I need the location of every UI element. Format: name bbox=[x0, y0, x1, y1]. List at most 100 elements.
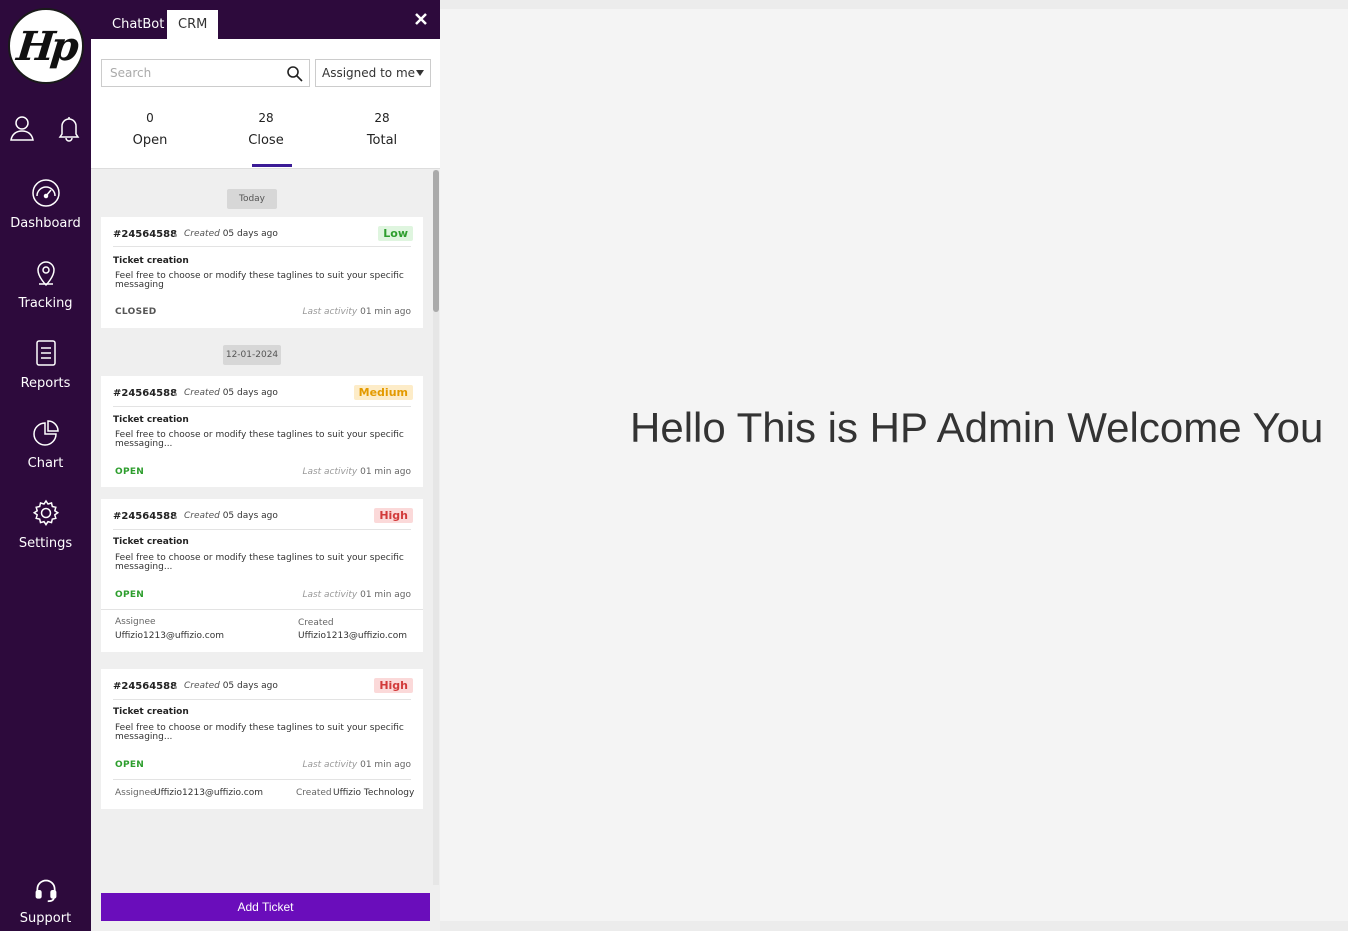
ticket-description: Feel free to choose or modify these tagl… bbox=[115, 431, 405, 449]
assignee-value: Uffizio1213@uffizio.com bbox=[115, 631, 224, 641]
ticket-id: #24564588 bbox=[113, 229, 178, 240]
sidebar-item-support[interactable]: Support bbox=[0, 877, 91, 931]
last-activity-value: 01 min ago bbox=[360, 590, 411, 600]
last-activity: Last activity 01 min ago bbox=[302, 467, 411, 477]
ticket-created: Created 05 days ago bbox=[184, 388, 278, 398]
logo-text: Hp bbox=[14, 22, 78, 70]
sidebar-item-tracking[interactable]: Tracking bbox=[0, 258, 91, 328]
ticket-id: #24564588 bbox=[113, 681, 178, 692]
ticket-description: Feel free to choose or modify these tagl… bbox=[115, 554, 405, 572]
description-line: messaging... bbox=[115, 732, 173, 742]
assigned-filter-select[interactable]: Assigned to me bbox=[315, 59, 431, 87]
headset-icon bbox=[35, 879, 56, 903]
tab-chatbot[interactable]: ChatBot bbox=[101, 10, 175, 39]
ticket-status: OPEN bbox=[115, 760, 145, 770]
panel-controls: Assigned to me 0 Open 28 Close 28 Total bbox=[91, 39, 440, 169]
sidebar-item-reports[interactable]: Reports bbox=[0, 338, 91, 408]
created-by-label: Created bbox=[296, 788, 332, 798]
sidebar-item-label: Reports bbox=[20, 376, 71, 391]
card-divider bbox=[113, 529, 411, 530]
ticket-list-scrollbar[interactable] bbox=[433, 170, 439, 885]
sidebar-item-settings[interactable]: Settings bbox=[0, 498, 91, 568]
ticket-description: Feel free to choose or modify these tagl… bbox=[115, 272, 405, 290]
last-activity-value: 01 min ago bbox=[360, 467, 411, 477]
created-value: 05 days ago bbox=[222, 681, 278, 691]
stat-close-count: 28 bbox=[258, 111, 274, 125]
date-group-chip: 12-01-2024 bbox=[223, 345, 281, 365]
ticket-id: #24564588 bbox=[113, 388, 178, 399]
last-activity-label: Last activity bbox=[302, 467, 358, 477]
sidebar-top-icons bbox=[0, 114, 91, 142]
sidebar-item-chart[interactable]: Chart bbox=[0, 418, 91, 488]
search-icon[interactable] bbox=[286, 65, 303, 82]
sidebar-item-dashboard[interactable]: Dashboard bbox=[0, 178, 91, 248]
separator-dot bbox=[174, 234, 177, 237]
close-icon[interactable] bbox=[412, 10, 430, 28]
separator-dot bbox=[174, 516, 177, 519]
stat-total-label: Total bbox=[366, 133, 398, 148]
ticket-id: #24564588 bbox=[113, 511, 178, 522]
last-activity-value: 01 min ago bbox=[360, 307, 411, 317]
ticket-title: Ticket creation bbox=[113, 707, 189, 717]
created-label: Created bbox=[184, 511, 220, 521]
created-value: 05 days ago bbox=[222, 229, 278, 239]
stat-open-label: Open bbox=[132, 133, 168, 148]
date-group-chip: Today bbox=[227, 189, 277, 209]
last-activity-label: Last activity bbox=[302, 307, 358, 317]
location-pin-icon bbox=[36, 261, 55, 287]
sidebar-item-label: Dashboard bbox=[10, 216, 81, 231]
sidebar-item-label: Tracking bbox=[18, 296, 73, 311]
ticket-card[interactable]: #24564588 Created 05 days ago Medium Tic… bbox=[101, 376, 423, 487]
ticket-title: Ticket creation bbox=[113, 256, 189, 266]
created-by-label: Created bbox=[298, 618, 334, 628]
assigned-filter-value: Assigned to me bbox=[322, 66, 416, 80]
sidebar-item-label: Settings bbox=[18, 536, 73, 551]
last-activity-value: 01 min ago bbox=[360, 760, 411, 770]
report-document-icon bbox=[35, 340, 56, 366]
scrollbar-thumb[interactable] bbox=[433, 170, 439, 312]
ticket-list: Today #24564588 Created 05 days ago Low … bbox=[91, 170, 431, 885]
ticket-created: Created 05 days ago bbox=[184, 681, 278, 691]
hp-logo[interactable]: Hp bbox=[8, 8, 84, 84]
ticket-card[interactable]: #24564588 Created 05 days ago High Ticke… bbox=[101, 669, 423, 809]
main-content: Hello This is HP Admin Welcome You bbox=[440, 0, 1348, 931]
description-line: messaging... bbox=[115, 562, 173, 572]
created-label: Created bbox=[184, 388, 220, 398]
welcome-message: Hello This is HP Admin Welcome You bbox=[630, 404, 1324, 451]
add-ticket-button[interactable]: Add Ticket bbox=[101, 893, 430, 921]
stat-open-count: 0 bbox=[146, 111, 154, 125]
description-line: messaging... bbox=[115, 439, 173, 449]
stat-total-count: 28 bbox=[374, 111, 390, 125]
ticket-status: OPEN bbox=[115, 590, 145, 600]
last-activity-label: Last activity bbox=[302, 590, 358, 600]
description-line: messaging bbox=[115, 280, 164, 290]
stat-close-label: Close bbox=[248, 133, 284, 148]
ticket-description: Feel free to choose or modify these tagl… bbox=[115, 724, 405, 742]
card-divider bbox=[113, 699, 411, 700]
ticket-created: Created 05 days ago bbox=[184, 229, 278, 239]
priority-badge: Low bbox=[378, 226, 413, 241]
gear-icon bbox=[32, 499, 59, 526]
ticket-title: Ticket creation bbox=[113, 537, 189, 547]
search-input[interactable] bbox=[102, 60, 277, 86]
assignee-label: Assignee bbox=[115, 617, 156, 627]
ticket-status: OPEN bbox=[115, 467, 145, 477]
last-activity-label: Last activity bbox=[302, 760, 358, 770]
stat-close[interactable]: 28 Close bbox=[221, 111, 311, 148]
created-by-value: Uffizio1213@uffizio.com bbox=[298, 631, 407, 641]
bell-icon[interactable] bbox=[55, 114, 83, 142]
separator-dot bbox=[174, 686, 177, 689]
tab-crm[interactable]: CRM bbox=[167, 10, 219, 39]
chevron-down-icon bbox=[416, 70, 424, 76]
user-icon[interactable] bbox=[8, 114, 36, 142]
stat-open[interactable]: 0 Open bbox=[105, 111, 195, 148]
ticket-card[interactable]: #24564588 Created 05 days ago High Ticke… bbox=[101, 499, 423, 652]
ticket-card[interactable]: #24564588 Created 05 days ago Low Ticket… bbox=[101, 217, 423, 328]
assignee-label: Assignee bbox=[115, 788, 156, 798]
card-divider bbox=[113, 406, 411, 407]
priority-badge: Medium bbox=[353, 385, 413, 400]
main-top-bar bbox=[440, 0, 1348, 9]
card-divider bbox=[101, 609, 423, 610]
panel-header: ChatBot CRM bbox=[91, 0, 440, 39]
stat-total[interactable]: 28 Total bbox=[337, 111, 427, 148]
